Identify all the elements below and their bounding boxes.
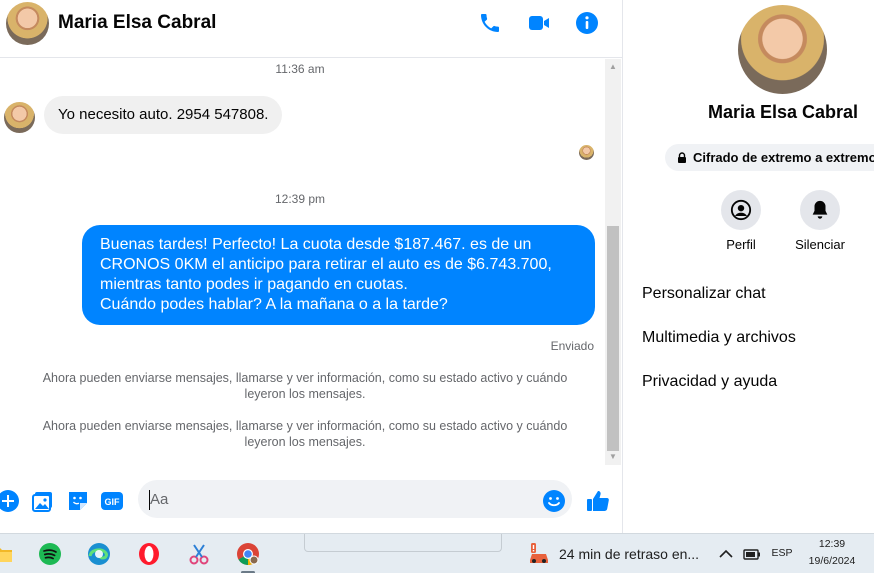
like-icon[interactable] — [586, 489, 610, 513]
profile-action-label: Perfil — [726, 237, 756, 252]
edge-icon[interactable] — [87, 542, 111, 566]
system-message: Ahora pueden enviarse mensajes, llamarse… — [42, 419, 568, 449]
encryption-badge[interactable]: Cifrado de extremo a extremo — [665, 144, 874, 171]
mute-action-circle — [800, 190, 840, 230]
privacy-help-item[interactable]: Privacidad y ayuda — [642, 373, 777, 391]
lock-icon — [678, 152, 686, 163]
message-line: mientras tanto podes ir pagando en cuota… — [100, 276, 408, 293]
scroll-thumb[interactable] — [607, 226, 619, 451]
clock-time[interactable]: 12:39 — [800, 538, 864, 550]
seen-indicator-avatar — [579, 145, 594, 160]
encryption-label: Cifrado de extremo a extremo — [693, 150, 874, 165]
sender-avatar[interactable] — [4, 102, 35, 133]
opera-icon[interactable] — [137, 542, 161, 566]
conversation-details-panel: Maria Elsa Cabral Cifrado de extremo a e… — [622, 0, 874, 533]
incoming-message[interactable]: Yo necesito auto. 2954 547808. — [44, 96, 283, 134]
system-message: Ahora pueden enviarse mensajes, llamarse… — [42, 371, 568, 401]
text-caret — [149, 490, 150, 510]
customize-chat-item[interactable]: Personalizar chat — [642, 285, 766, 303]
chat-header: Maria Elsa Cabral — [0, 0, 622, 58]
battery-plug-icon[interactable] — [742, 544, 762, 564]
emoji-icon[interactable] — [542, 489, 566, 513]
traffic-alert-icon[interactable] — [527, 542, 551, 566]
gif-icon[interactable]: GIF — [100, 489, 124, 513]
chrome-icon[interactable] — [236, 542, 260, 566]
gif-label: GIF — [105, 497, 121, 507]
thread-scrollbar[interactable]: ▲ ▼ — [605, 59, 621, 465]
outgoing-message[interactable]: Buenas tardes! Perfecto! La cuota desde … — [82, 225, 595, 325]
bell-icon — [812, 200, 828, 219]
file-explorer-icon[interactable] — [0, 542, 14, 566]
chevron-up-icon[interactable] — [716, 544, 736, 564]
spotify-icon[interactable] — [38, 542, 62, 566]
profile-action-circle — [721, 190, 761, 230]
scroll-down-icon[interactable]: ▼ — [605, 451, 621, 463]
details-contact-name: Maria Elsa Cabral — [707, 102, 859, 122]
profile-action[interactable]: Perfil — [701, 190, 781, 252]
photo-icon[interactable] — [31, 489, 55, 513]
contact-name[interactable]: Maria Elsa Cabral — [58, 12, 216, 34]
windows-taskbar: 24 min de retraso en... ESP 12:39 19/6/2… — [0, 533, 874, 573]
video-call-icon[interactable] — [527, 11, 551, 35]
traffic-notification[interactable]: 24 min de retraso en... — [559, 546, 699, 562]
message-input[interactable] — [138, 480, 572, 518]
audio-call-icon[interactable] — [478, 11, 502, 35]
media-files-item[interactable]: Multimedia y archivos — [642, 329, 796, 347]
info-icon[interactable] — [575, 11, 599, 35]
timestamp: 12:39 pm — [274, 192, 326, 206]
language-indicator[interactable]: ESP — [768, 547, 796, 559]
message-line: Buenas tardes! Perfecto! La cuota desde … — [100, 236, 532, 253]
messenger-window: Maria Elsa Cabral 11:36 am Yo necesito a… — [0, 0, 874, 573]
plus-icon[interactable] — [0, 489, 20, 513]
message-status: Enviado — [550, 339, 594, 353]
message-line: CRONOS 0KM el anticipo para retirar el a… — [100, 256, 552, 273]
mute-action-label: Silenciar — [795, 237, 845, 252]
message-thread: 11:36 am Yo necesito auto. 2954 547808. … — [0, 58, 622, 468]
sticker-icon[interactable] — [66, 489, 90, 513]
contact-profile-photo[interactable] — [738, 5, 827, 94]
profile-icon — [730, 199, 752, 221]
taskbar-search-box[interactable] — [304, 534, 502, 552]
timestamp: 11:36 am — [275, 62, 325, 76]
scroll-up-icon[interactable]: ▲ — [605, 61, 621, 73]
message-line: Cuándo podes hablar? A la mañana o a la … — [100, 296, 448, 313]
contact-avatar[interactable] — [6, 2, 49, 45]
message-composer: GIF — [0, 468, 622, 530]
clock-date[interactable]: 19/6/2024 — [800, 555, 864, 567]
snipping-tool-icon[interactable] — [187, 542, 211, 566]
mute-action[interactable]: Silenciar — [780, 190, 860, 252]
